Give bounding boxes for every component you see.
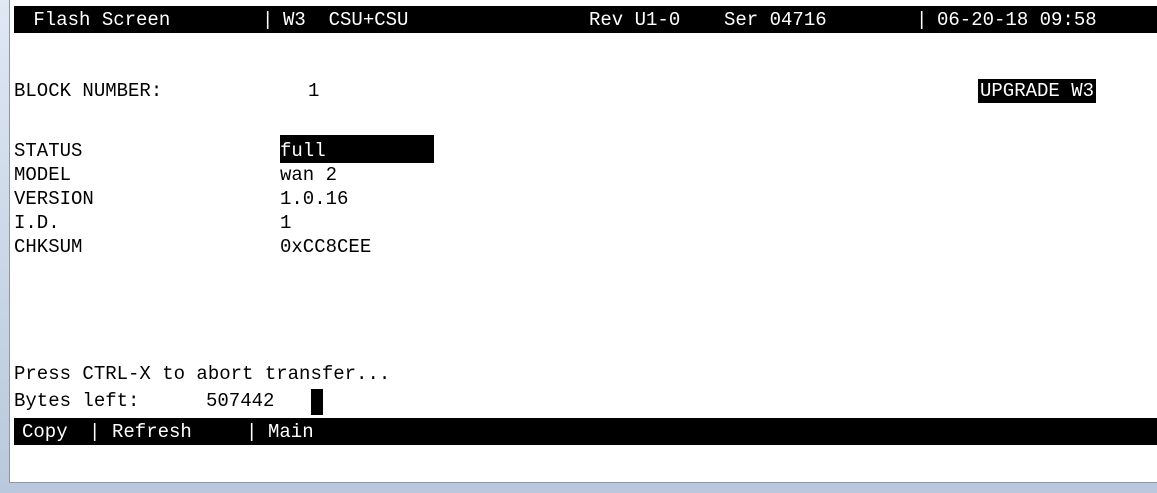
version-label: VERSION — [14, 188, 94, 210]
block-number-value: 1 — [308, 80, 320, 102]
abort-hint: Press CTRL-X to abort transfer... — [14, 363, 391, 385]
status-label: STATUS — [14, 140, 83, 162]
revision: Rev U1-0 — [589, 8, 681, 32]
screen-title: Flash Screen — [22, 8, 171, 32]
id-value: 1 — [280, 212, 292, 234]
unit-name: W3 CSU+CSU — [283, 8, 409, 32]
bytes-left-value: 507442 — [206, 390, 275, 412]
header-separator: | — [262, 8, 274, 32]
status-value[interactable]: full — [280, 135, 434, 163]
window-frame: Flash Screen | W3 CSU+CSU Rev U1-0 Ser 0… — [0, 0, 1157, 493]
menu-separator: | — [246, 420, 258, 444]
id-label: I.D. — [14, 212, 60, 234]
header-separator: | — [916, 8, 928, 32]
menu-copy[interactable]: Copy — [22, 420, 68, 444]
serial-number: Ser 04716 — [724, 8, 827, 32]
terminal-screen[interactable]: Flash Screen | W3 CSU+CSU Rev U1-0 Ser 0… — [9, 0, 1157, 483]
bytes-left-label: Bytes left: — [14, 390, 140, 412]
model-value: wan 2 — [280, 164, 338, 186]
menu-refresh[interactable]: Refresh — [112, 420, 192, 444]
text-cursor — [311, 389, 323, 415]
upgrade-w3-button[interactable]: UPGRADE W3 — [978, 79, 1097, 103]
model-label: MODEL — [14, 164, 72, 186]
date-time: 06-20-18 09:58 — [937, 8, 1097, 32]
checksum-value: 0xCC8CEE — [280, 236, 372, 258]
menu-separator: | — [89, 420, 101, 444]
checksum-label: CHKSUM — [14, 236, 83, 258]
version-value: 1.0.16 — [280, 188, 349, 210]
menu-main[interactable]: Main — [268, 420, 314, 444]
block-number-label: BLOCK NUMBER: — [14, 80, 163, 102]
